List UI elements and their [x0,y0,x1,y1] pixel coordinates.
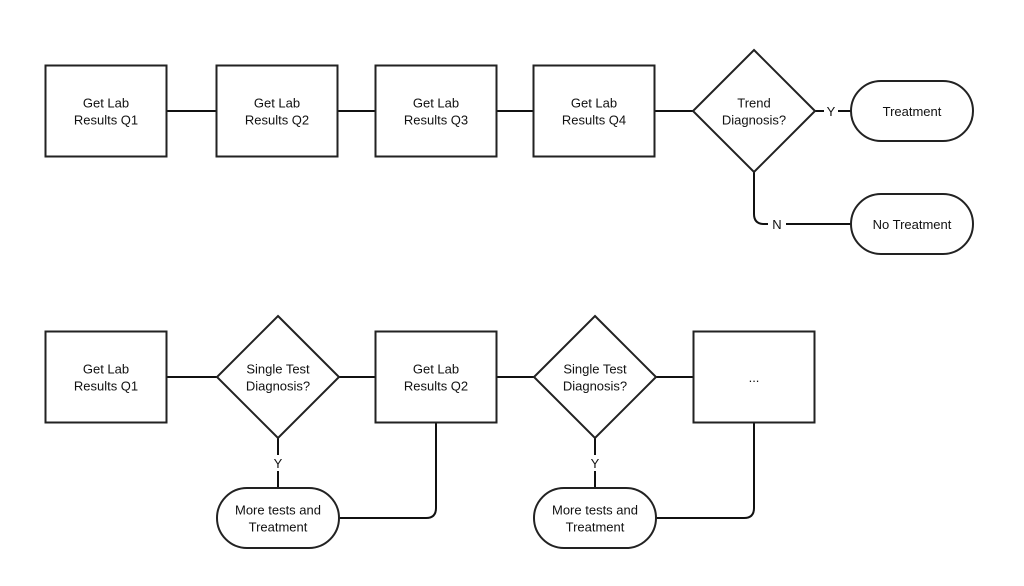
edge-label: N [772,217,781,232]
node-label: Treatment [566,520,625,535]
connector-no [753,172,851,225]
decision-diamond [691,48,817,174]
process-node: Get Lab Results Q3 [374,64,498,158]
node-label: Results Q4 [562,113,626,128]
terminal-node: No Treatment [850,193,974,255]
process-box [215,64,339,158]
node-label: No Treatment [873,217,952,232]
decision-diamond [215,314,341,440]
flowchart: YNY YGet LabResults Q1Get LabResults Q2Ge… [44,48,974,549]
edge-label: Y [591,456,600,471]
node-label: Results Q2 [245,113,309,128]
node-label: Get Lab [83,362,129,377]
decision-diamond [532,314,658,440]
node-label: Treatment [883,104,942,119]
node-label: Single Test [246,362,310,377]
node-label: Get Lab [413,96,459,111]
node-label: Diagnosis? [563,379,627,394]
node-label: Results Q1 [74,379,138,394]
node-label: Single Test [563,362,627,377]
terminal-pill [216,487,340,549]
connector [656,422,755,519]
node-label: Results Q1 [74,113,138,128]
node-label: Get Lab [83,96,129,111]
process-node: Get Lab Results Q1 [44,330,168,424]
node-label: Results Q2 [404,379,468,394]
node-label: Diagnosis? [722,113,786,128]
process-box [44,64,168,158]
terminal-node: More tests and Treatment [216,487,340,549]
process-node: Get Lab Results Q4 [532,64,656,158]
node-label: More tests and [552,503,638,518]
node-label: Get Lab [254,96,300,111]
terminal-node: More tests and Treatment [533,487,657,549]
process-node: ... [692,330,816,424]
decision-node: Single Test Diagnosis? [215,314,341,440]
node-label: More tests and [235,503,321,518]
decision-node: Single Test Diagnosis? [532,314,658,440]
node-label: Treatment [249,520,308,535]
decision-node: Trend Diagnosis? [691,48,817,174]
connector [339,422,437,519]
process-node: Get Lab Results Q2 [374,330,498,424]
terminal-pill [533,487,657,549]
process-box [374,330,498,424]
edge-label: Y [827,104,836,119]
node-label: ... [749,370,760,385]
nodes: Get LabResults Q1Get LabResults Q2Get La… [44,48,974,549]
process-node: Get Lab Results Q2 [215,64,339,158]
edge-label: Y [274,456,283,471]
node-label: Get Lab [571,96,617,111]
node-label: Diagnosis? [246,379,310,394]
process-node: Get Lab Results Q1 [44,64,168,158]
terminal-node: Treatment [850,80,974,142]
node-label: Results Q3 [404,113,468,128]
process-box [532,64,656,158]
node-label: Trend [737,96,770,111]
process-box [44,330,168,424]
node-label: Get Lab [413,362,459,377]
process-box [374,64,498,158]
